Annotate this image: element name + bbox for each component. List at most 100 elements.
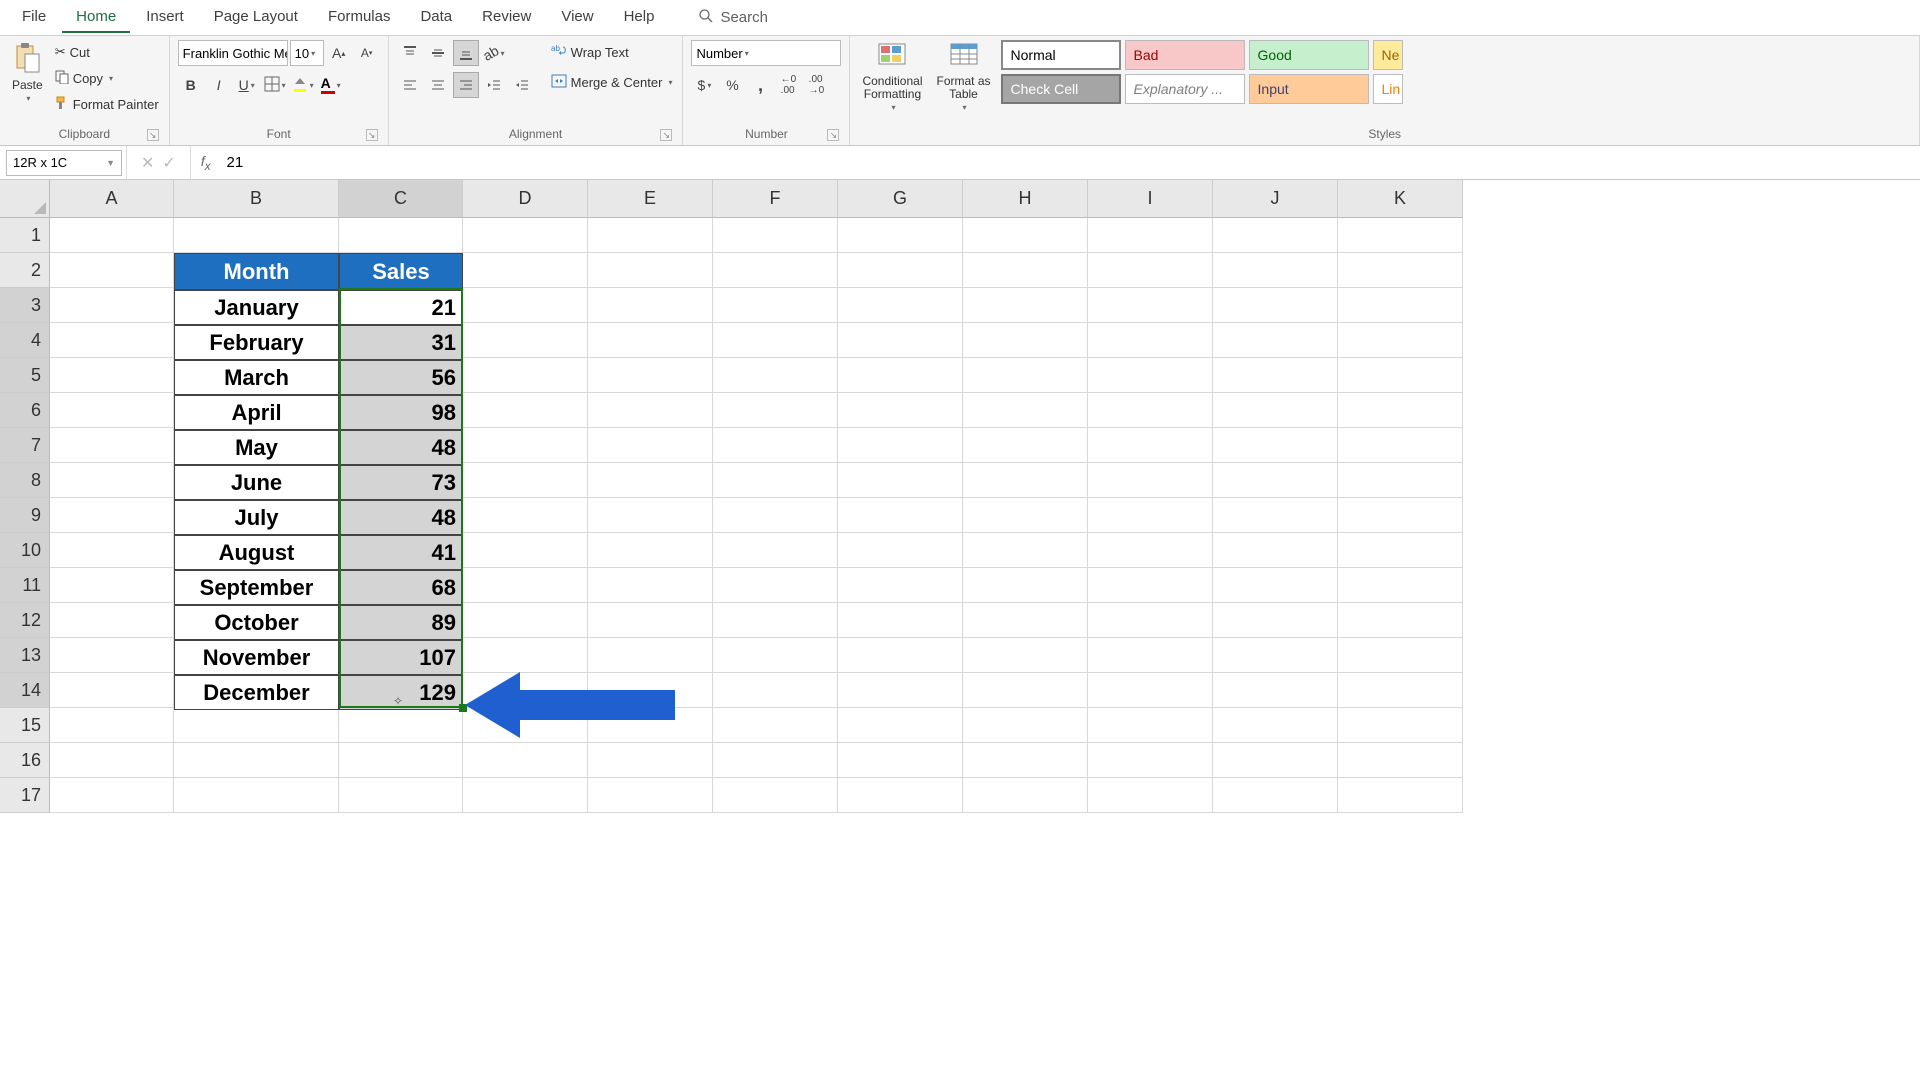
cell[interactable] <box>713 498 838 533</box>
row-header[interactable]: 5 <box>0 358 50 393</box>
style-bad[interactable]: Bad <box>1125 40 1245 70</box>
cell[interactable] <box>713 253 838 288</box>
cell[interactable] <box>838 463 963 498</box>
cell[interactable] <box>963 673 1088 708</box>
cell[interactable] <box>963 393 1088 428</box>
align-right-button[interactable] <box>453 72 479 98</box>
cell[interactable] <box>463 288 588 323</box>
cell[interactable] <box>1213 603 1338 638</box>
cell[interactable] <box>838 743 963 778</box>
table-row[interactable]: August41 <box>174 535 463 570</box>
cell[interactable] <box>1213 358 1338 393</box>
underline-button[interactable]: U <box>234 72 260 98</box>
cell[interactable] <box>1338 533 1463 568</box>
cell[interactable] <box>1338 253 1463 288</box>
cell[interactable] <box>50 603 174 638</box>
increase-font-button[interactable]: A▴ <box>326 40 352 66</box>
cancel-formula-icon[interactable]: ✕ <box>141 153 154 173</box>
table-row[interactable]: July48 <box>174 500 463 535</box>
decrease-decimal-button[interactable]: .00→0 <box>803 72 829 98</box>
row-header[interactable]: 17 <box>0 778 50 813</box>
alignment-launcher-icon[interactable]: ↘ <box>660 129 672 141</box>
cell[interactable] <box>1088 778 1213 813</box>
row-header[interactable]: 9 <box>0 498 50 533</box>
table-row[interactable]: February31 <box>174 325 463 360</box>
cell[interactable] <box>50 708 174 743</box>
cell[interactable] <box>713 393 838 428</box>
cell[interactable] <box>838 638 963 673</box>
column-header[interactable]: C <box>339 180 463 218</box>
cell[interactable] <box>838 428 963 463</box>
table-cell-month[interactable]: November <box>174 640 339 675</box>
cell[interactable] <box>50 358 174 393</box>
cell[interactable] <box>339 743 463 778</box>
cell[interactable] <box>50 288 174 323</box>
table-cell-month[interactable]: August <box>174 535 339 570</box>
cell[interactable] <box>339 708 463 743</box>
cell[interactable] <box>339 218 463 253</box>
table-row[interactable]: September68 <box>174 570 463 605</box>
column-header[interactable]: H <box>963 180 1088 218</box>
cell[interactable] <box>174 778 339 813</box>
style-normal[interactable]: Normal <box>1001 40 1121 70</box>
cell[interactable] <box>838 778 963 813</box>
cell[interactable] <box>838 603 963 638</box>
tab-help[interactable]: Help <box>610 2 669 33</box>
cell[interactable] <box>588 393 713 428</box>
table-cell-month[interactable]: February <box>174 325 339 360</box>
cell[interactable] <box>1213 253 1338 288</box>
number-format-select[interactable]: Number <box>691 40 841 66</box>
accept-formula-icon[interactable]: ✓ <box>162 153 175 173</box>
table-header-month[interactable]: Month <box>174 253 339 290</box>
accounting-format-button[interactable]: $ <box>691 72 717 98</box>
cell[interactable] <box>1088 358 1213 393</box>
cell[interactable] <box>463 463 588 498</box>
cell[interactable] <box>713 428 838 463</box>
table-cell-sales[interactable]: 73 <box>339 465 463 500</box>
column-header[interactable]: A <box>50 180 174 218</box>
row-header[interactable]: 2 <box>0 253 50 288</box>
row-header[interactable]: 16 <box>0 743 50 778</box>
table-cell-sales[interactable]: 31 <box>339 325 463 360</box>
cell[interactable] <box>1338 218 1463 253</box>
cell[interactable] <box>50 533 174 568</box>
table-cell-month[interactable]: October <box>174 605 339 640</box>
style-check-cell[interactable]: Check Cell <box>1001 74 1121 104</box>
format-as-table-button[interactable]: Format asTable <box>933 40 995 114</box>
font-size-select[interactable]: 10 <box>290 40 324 66</box>
bold-button[interactable]: B <box>178 72 204 98</box>
cell[interactable] <box>963 638 1088 673</box>
cell[interactable] <box>963 708 1088 743</box>
cell[interactable] <box>1338 673 1463 708</box>
cell[interactable] <box>463 533 588 568</box>
cell[interactable] <box>963 463 1088 498</box>
column-header[interactable]: K <box>1338 180 1463 218</box>
cell[interactable] <box>463 358 588 393</box>
cell[interactable] <box>339 778 463 813</box>
table-cell-sales[interactable]: 48 <box>339 500 463 535</box>
cell[interactable] <box>713 533 838 568</box>
table-cell-month[interactable]: April <box>174 395 339 430</box>
cell[interactable] <box>174 743 339 778</box>
cell[interactable] <box>588 253 713 288</box>
format-painter-button[interactable]: Format Painter <box>53 92 161 116</box>
cell[interactable] <box>1088 638 1213 673</box>
table-row[interactable]: April98 <box>174 395 463 430</box>
cell[interactable] <box>1213 288 1338 323</box>
cell[interactable] <box>463 253 588 288</box>
cell[interactable] <box>963 253 1088 288</box>
cell[interactable] <box>50 393 174 428</box>
cell[interactable] <box>1088 393 1213 428</box>
table-row[interactable]: December129 <box>174 675 463 710</box>
cell[interactable] <box>1213 218 1338 253</box>
cell[interactable] <box>588 603 713 638</box>
cell[interactable] <box>1088 323 1213 358</box>
italic-button[interactable]: I <box>206 72 232 98</box>
cell[interactable] <box>1088 498 1213 533</box>
decrease-font-button[interactable]: A▾ <box>354 40 380 66</box>
cell[interactable] <box>1213 743 1338 778</box>
cell[interactable] <box>713 358 838 393</box>
cell[interactable] <box>963 533 1088 568</box>
cell[interactable] <box>463 428 588 463</box>
cell[interactable] <box>1088 568 1213 603</box>
